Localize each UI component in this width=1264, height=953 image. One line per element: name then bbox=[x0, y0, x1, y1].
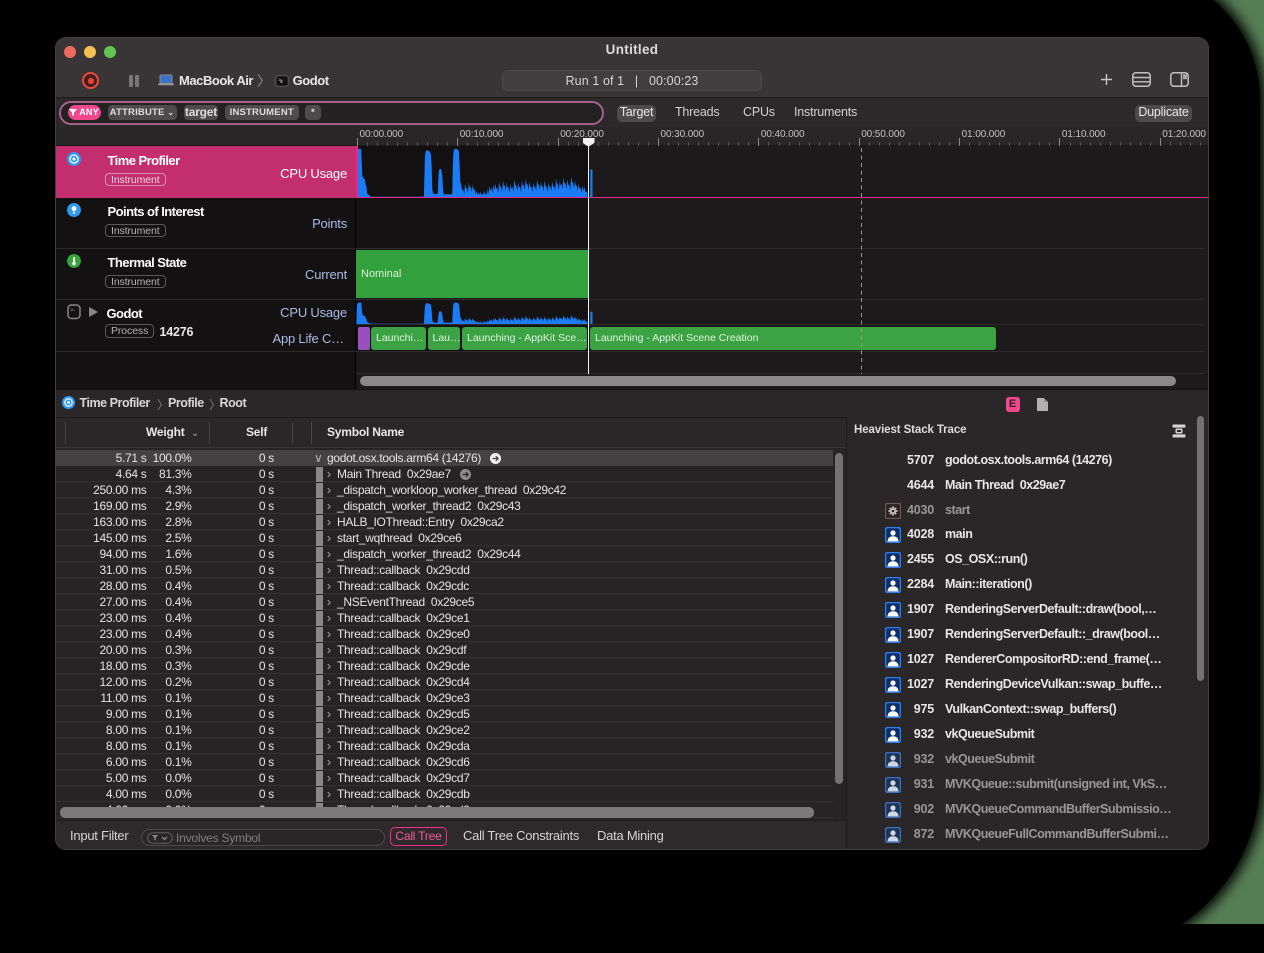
svg-text:>▖: >▖ bbox=[278, 77, 284, 83]
svg-text:>-: >- bbox=[70, 308, 75, 314]
